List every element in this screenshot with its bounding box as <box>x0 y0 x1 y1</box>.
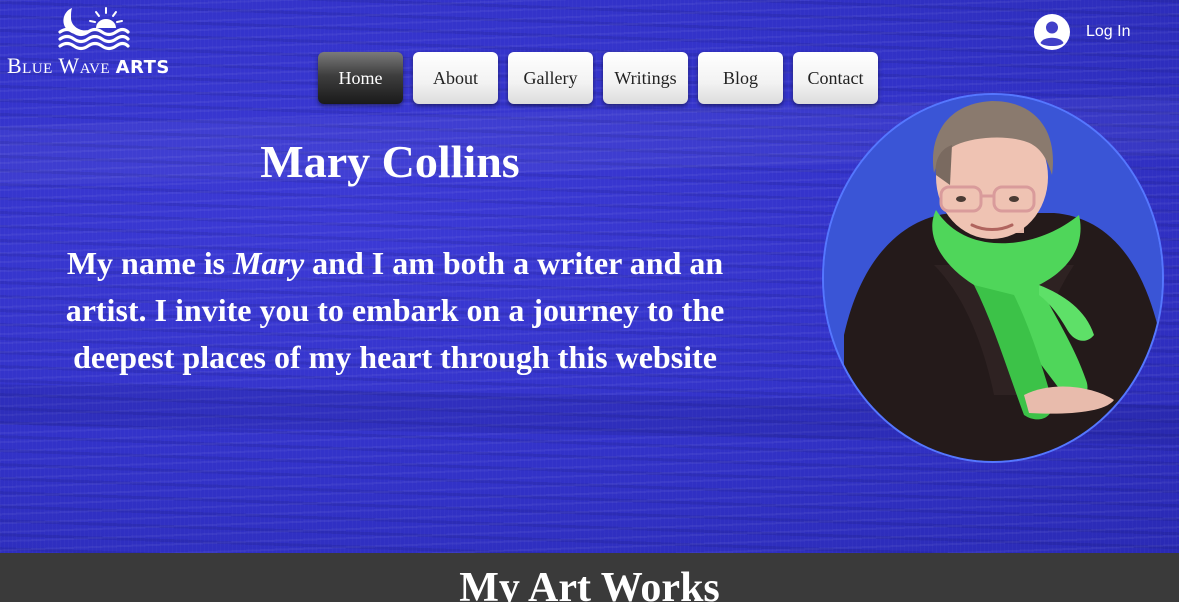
nav-about-button[interactable]: About <box>413 52 498 104</box>
portrait-illustration <box>824 95 1162 461</box>
site-logo[interactable]: Blue Wave ARTS <box>6 6 186 78</box>
nav-blog-button[interactable]: Blog <box>698 52 783 104</box>
hero-section: Blue Wave ARTS Log In Home About Gallery… <box>0 0 1179 553</box>
intro-text: My name is Mary and I am both a writer a… <box>50 240 740 381</box>
main-nav: Home About Gallery Writings Blog Contact <box>318 52 888 104</box>
page-title: Mary Collins <box>260 136 520 187</box>
art-works-section: My Art Works <box>0 553 1179 602</box>
logo-wordmark: Blue Wave ARTS <box>7 53 170 79</box>
login-label: Log In <box>1086 23 1131 40</box>
nav-gallery-button[interactable]: Gallery <box>508 52 593 104</box>
user-avatar-icon <box>1034 14 1070 50</box>
intro-prefix: My name is <box>66 245 234 281</box>
logo-text-second: ARTS <box>115 57 170 78</box>
profile-photo <box>824 95 1162 461</box>
login-button[interactable]: Log In <box>1034 14 1130 50</box>
nav-contact-button[interactable]: Contact <box>793 52 878 104</box>
section-title: My Art Works <box>459 565 720 602</box>
logo-text-first: Blue Wave <box>7 53 111 78</box>
nav-home-button[interactable]: Home <box>318 52 403 104</box>
wave-moon-sun-icon <box>58 7 130 51</box>
nav-writings-button[interactable]: Writings <box>603 52 688 104</box>
intro-name: Mary <box>233 245 305 281</box>
